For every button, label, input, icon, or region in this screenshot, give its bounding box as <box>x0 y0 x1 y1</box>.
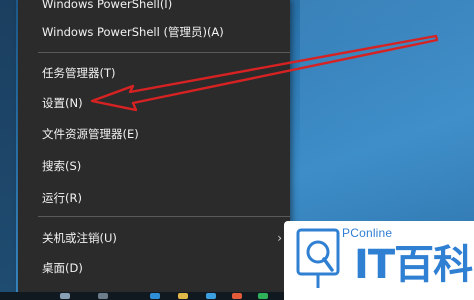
menu-separator <box>38 52 290 53</box>
taskbar-icon[interactable] <box>178 293 188 299</box>
menu-item-label: 关机或注销(U) <box>42 231 117 245</box>
menu-item-powershell-admin[interactable]: Windows PowerShell (管理员)(A) <box>18 20 290 44</box>
logo-brand-small: PConline <box>342 226 393 240</box>
menu-item-label: 桌面(D) <box>42 261 83 275</box>
menu-item-file-explorer[interactable]: 文件资源管理器(E) <box>18 122 290 146</box>
chevron-right-icon: › <box>277 231 282 245</box>
taskbar-icon[interactable] <box>232 293 242 299</box>
winx-context-menu: Windows PowerShell(I) Windows PowerShell… <box>18 0 290 292</box>
taskbar-icon[interactable] <box>258 293 268 299</box>
menu-item-label: Windows PowerShell (管理员)(A) <box>42 25 224 39</box>
menu-item-task-manager[interactable]: 任务管理器(T) <box>18 61 290 85</box>
menu-item-search[interactable]: 搜索(S) <box>18 154 290 178</box>
menu-item-label: Windows PowerShell(I) <box>42 0 173 11</box>
menu-item-settings[interactable]: 设置(N) <box>18 91 290 115</box>
menu-item-run[interactable]: 运行(R) <box>18 186 290 210</box>
menu-separator <box>38 216 290 217</box>
menu-item-label: 任务管理器(T) <box>42 66 116 80</box>
pconline-logo: PConline IT百科 <box>284 221 474 300</box>
menu-item-label: 文件资源管理器(E) <box>42 127 139 141</box>
menu-item-label: 搜索(S) <box>42 159 82 173</box>
menu-item-desktop[interactable]: 桌面(D) <box>18 256 290 280</box>
taskbar-icon[interactable] <box>60 293 70 299</box>
search-icon <box>296 228 340 288</box>
menu-item-label: 设置(N) <box>42 96 83 110</box>
taskbar-icon[interactable] <box>150 293 160 299</box>
menu-item-powershell[interactable]: Windows PowerShell(I) <box>18 0 290 16</box>
taskbar-icon[interactable] <box>98 293 108 299</box>
menu-item-label: 运行(R) <box>42 191 82 205</box>
menu-item-shutdown[interactable]: 关机或注销(U) › <box>18 226 290 250</box>
taskbar-icon[interactable] <box>206 293 216 299</box>
desktop-left-strip <box>0 0 16 300</box>
logo-brand-big: IT百科 <box>354 242 473 288</box>
